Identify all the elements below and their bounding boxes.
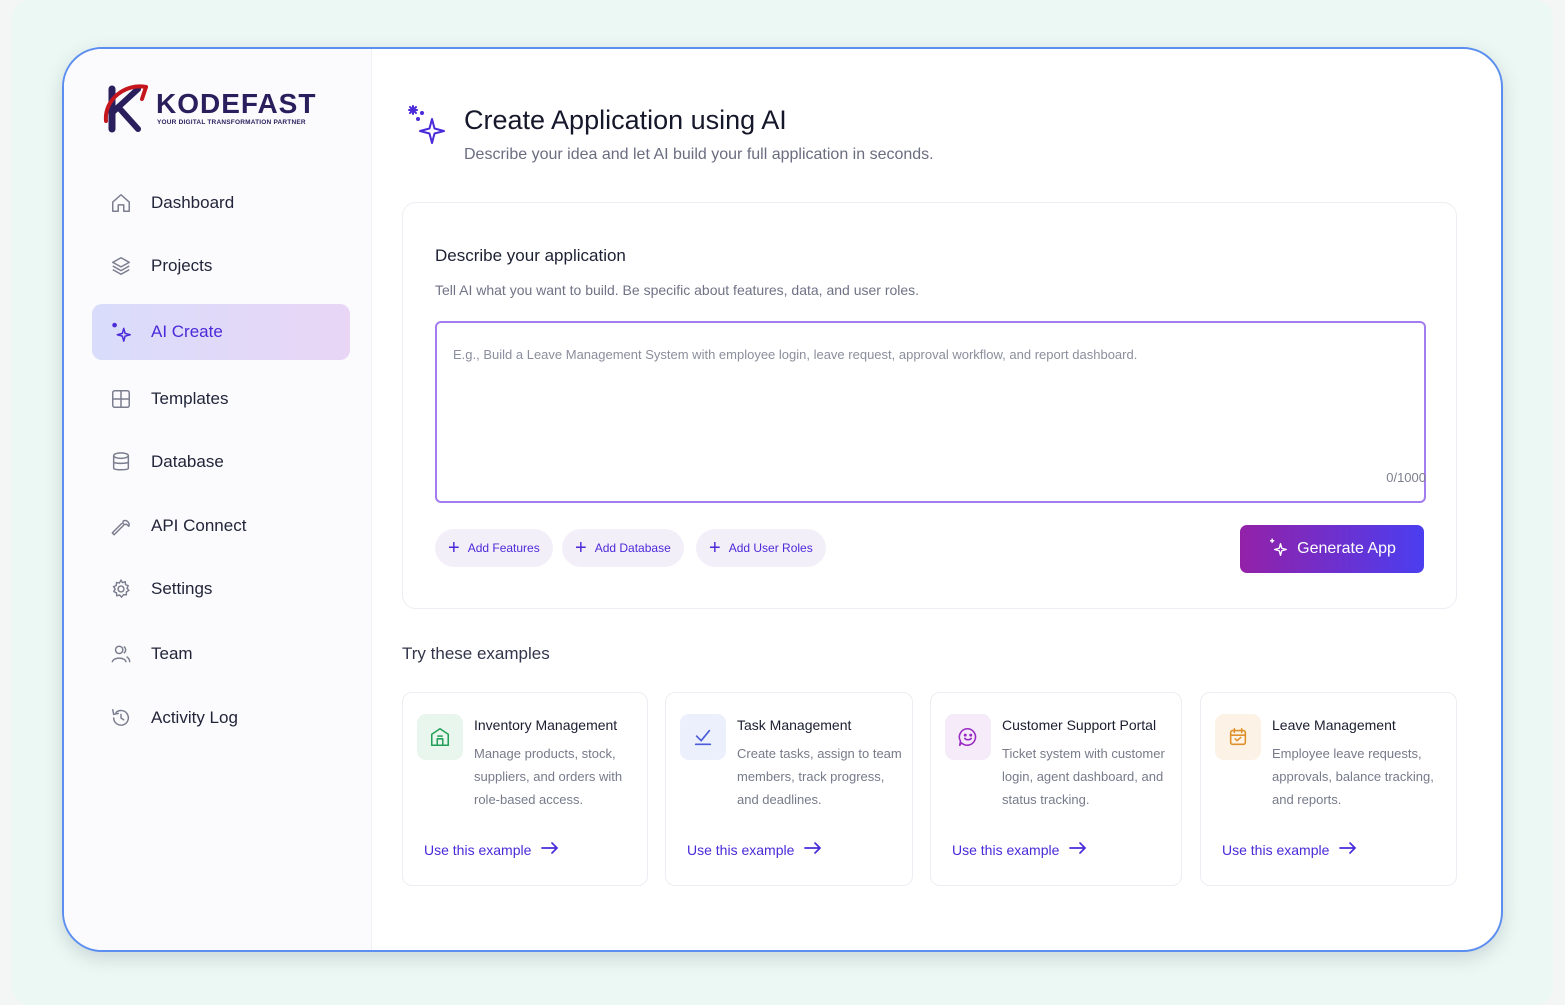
- logo-mark-icon: [103, 84, 148, 133]
- use-example-link[interactable]: Use this example: [687, 841, 822, 858]
- plus-icon: +: [575, 537, 587, 559]
- chip-label: Add Features: [467, 541, 540, 555]
- use-example-label: Use this example: [687, 841, 795, 858]
- main-content: Create Application using AI Describe you…: [372, 49, 1501, 950]
- generate-app-button[interactable]: Generate App: [1240, 525, 1424, 573]
- example-name: Leave Management: [1272, 717, 1396, 733]
- example-card-leave[interactable]: Leave Management Employee leave requests…: [1200, 692, 1457, 886]
- package-icon: [417, 714, 463, 760]
- sparkle-icon: [1268, 537, 1288, 562]
- sidebar-item-ai-create[interactable]: AI Create: [92, 304, 350, 360]
- example-description: Employee leave requests, approvals, bala…: [1272, 746, 1434, 807]
- sidebar: KODEFAST YOUR DIGITAL TRANSFORMATION PAR…: [64, 49, 372, 950]
- sidebar-item-templates[interactable]: Templates: [92, 371, 350, 427]
- form-title: Describe your application: [435, 246, 626, 265]
- calendar-icon: [1215, 714, 1261, 760]
- ai-sparkle-icon: [404, 103, 450, 154]
- sidebar-item-label: Settings: [151, 579, 213, 598]
- sidebar-item-label: Database: [151, 452, 224, 471]
- sidebar-item-label: Activity Log: [151, 708, 238, 727]
- sidebar-item-activity-log[interactable]: Activity Log: [92, 690, 350, 746]
- generate-label: Generate App: [1297, 540, 1396, 557]
- use-example-label: Use this example: [1222, 841, 1330, 858]
- example-name: Customer Support Portal: [1002, 717, 1157, 733]
- example-description: Manage products, stock, suppliers, and o…: [474, 746, 623, 807]
- app-window: KODEFAST YOUR DIGITAL TRANSFORMATION PAR…: [62, 47, 1503, 952]
- use-example-link[interactable]: Use this example: [424, 841, 559, 858]
- user-icon: [110, 643, 132, 665]
- use-example-label: Use this example: [424, 841, 532, 858]
- example-card-task[interactable]: Task Management Create tasks, assign to …: [665, 692, 913, 886]
- grid-icon: [110, 388, 132, 410]
- brand-name: KODEFAST: [156, 88, 317, 119]
- sidebar-item-team[interactable]: Team: [92, 626, 350, 682]
- use-example-label: Use this example: [952, 841, 1060, 858]
- app-description-input[interactable]: [435, 321, 1426, 503]
- sidebar-item-dashboard[interactable]: Dashboard: [92, 175, 350, 231]
- page-subtitle: Describe your idea and let AI build your…: [464, 146, 934, 163]
- examples-title: Try these examples: [402, 644, 550, 663]
- arrow-right-icon: [1069, 841, 1087, 858]
- plus-icon: +: [709, 537, 721, 559]
- arrow-right-icon: [1339, 841, 1357, 858]
- example-description: Ticket system with customer login, agent…: [1002, 746, 1165, 807]
- example-name: Task Management: [737, 717, 852, 733]
- chat-icon: [945, 714, 991, 760]
- sidebar-item-api-connect[interactable]: API Connect: [92, 498, 350, 554]
- sidebar-item-label: AI Create: [151, 322, 223, 341]
- brand-tagline: YOUR DIGITAL TRANSFORMATION PARTNER: [157, 119, 306, 126]
- sidebar-item-label: Dashboard: [151, 193, 235, 212]
- database-icon: [110, 451, 132, 473]
- plus-icon: +: [448, 537, 460, 559]
- sidebar-item-label: Team: [151, 644, 193, 663]
- arrow-right-icon: [804, 841, 822, 858]
- use-example-link[interactable]: Use this example: [1222, 841, 1357, 858]
- sidebar-item-settings[interactable]: Settings: [92, 561, 350, 617]
- sidebar-item-label: Templates: [151, 389, 229, 408]
- gear-icon: [110, 578, 132, 600]
- arrow-right-icon: [541, 841, 559, 858]
- sidebar-item-label: API Connect: [151, 516, 247, 535]
- describe-app-card: Describe your application Tell AI what y…: [402, 202, 1457, 609]
- sidebar-item-database[interactable]: Database: [92, 434, 350, 490]
- layers-icon: [110, 255, 132, 277]
- character-counter: 0/1000: [1386, 470, 1426, 485]
- example-card-inventory[interactable]: Inventory Management Manage products, st…: [402, 692, 648, 886]
- form-subtitle: Tell AI what you want to build. Be speci…: [435, 282, 920, 298]
- home-icon: [110, 192, 132, 214]
- example-name: Inventory Management: [474, 717, 618, 733]
- example-description: Create tasks, assign to team members, tr…: [737, 746, 902, 807]
- add-features-button[interactable]: + Add Features: [435, 529, 553, 567]
- chip-label: Add User Roles: [728, 541, 813, 555]
- add-user-roles-button[interactable]: + Add User Roles: [696, 529, 826, 567]
- sparkle-icon: [110, 321, 132, 343]
- chip-label: Add Database: [594, 541, 671, 555]
- check-icon: [680, 714, 726, 760]
- kodefast-logo[interactable]: KODEFAST YOUR DIGITAL TRANSFORMATION PAR…: [102, 81, 322, 139]
- wrench-icon: [110, 515, 132, 537]
- history-icon: [110, 707, 132, 729]
- example-card-support[interactable]: Customer Support Portal Ticket system wi…: [930, 692, 1182, 886]
- use-example-link[interactable]: Use this example: [952, 841, 1087, 858]
- sidebar-item-label: Projects: [151, 256, 213, 275]
- sidebar-item-projects[interactable]: Projects: [92, 238, 350, 294]
- page-title: Create Application using AI: [464, 105, 787, 135]
- add-database-button[interactable]: + Add Database: [562, 529, 684, 567]
